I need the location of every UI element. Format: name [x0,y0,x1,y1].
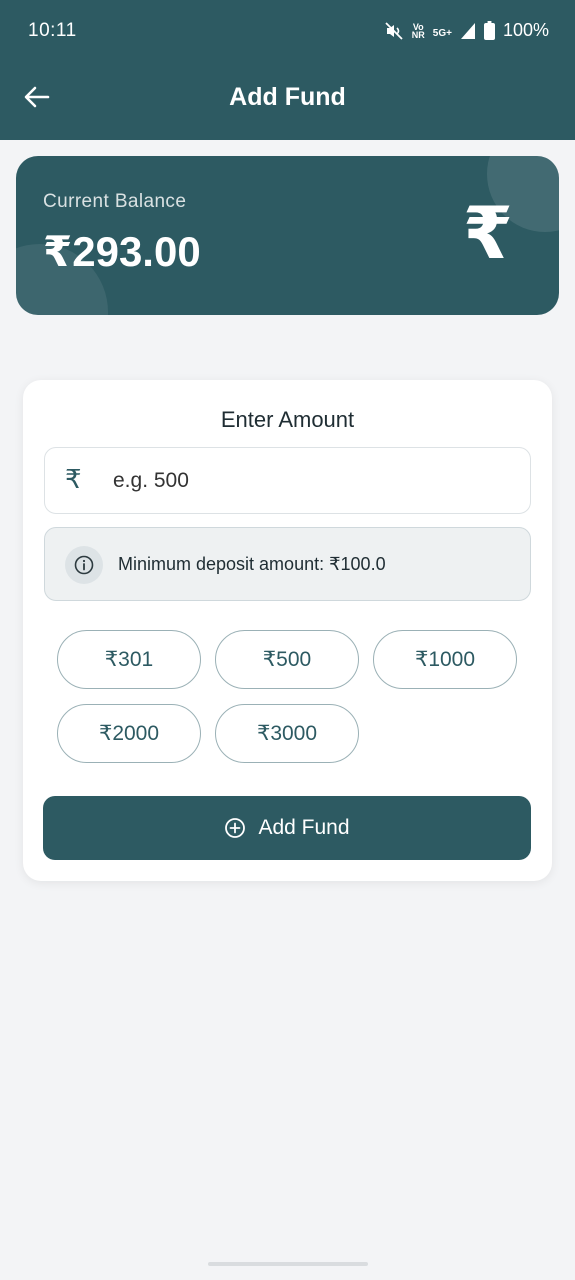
network-type: 5G+ [432,28,452,39]
plus-circle-icon [225,818,246,838]
battery-icon [483,21,495,40]
amount-input[interactable] [113,460,513,502]
page-title: Add Fund [229,83,346,111]
add-fund-button[interactable]: Add Fund [43,796,531,860]
amount-field[interactable]: ₹ [44,447,531,514]
mute-icon [385,21,403,40]
quick-amount-chip[interactable]: ₹3000 [215,704,359,763]
network-label: Vo NR [411,21,425,40]
info-icon [65,546,103,584]
min-deposit-notice: Minimum deposit amount: ₹100.0 [44,527,531,601]
add-fund-form: Enter Amount ₹ Minimum deposit amount: ₹… [23,380,552,881]
rupee-icon: ₹ [462,194,513,274]
header: 10:11 Vo NR 5G+ 100% Add Fund [0,0,575,140]
quick-amount-chip[interactable]: ₹1000 [373,630,517,689]
status-time: 10:11 [28,20,77,41]
signal-icon [460,22,475,39]
status-icons: Vo NR 5G+ 100% [384,20,549,41]
add-fund-button-label: Add Fund [258,816,350,839]
status-bar: 10:11 Vo NR 5G+ 100% [0,0,575,64]
balance-value: ₹293.00 [43,228,201,275]
quick-amount-chip[interactable]: ₹301 [57,630,201,689]
rupee-prefix-icon: ₹ [65,464,82,494]
quick-amount-chip[interactable]: ₹500 [215,630,359,689]
home-indicator[interactable] [208,1262,368,1266]
balance-label: Current Balance [43,191,187,212]
form-title: Enter Amount [220,407,355,432]
battery-percent: 100% [502,20,549,40]
balance-card: Current Balance ₹293.00 ₹ [16,156,559,315]
min-deposit-text: Minimum deposit amount: ₹100.0 [118,554,386,574]
quick-amount-chip[interactable]: ₹2000 [57,704,201,763]
